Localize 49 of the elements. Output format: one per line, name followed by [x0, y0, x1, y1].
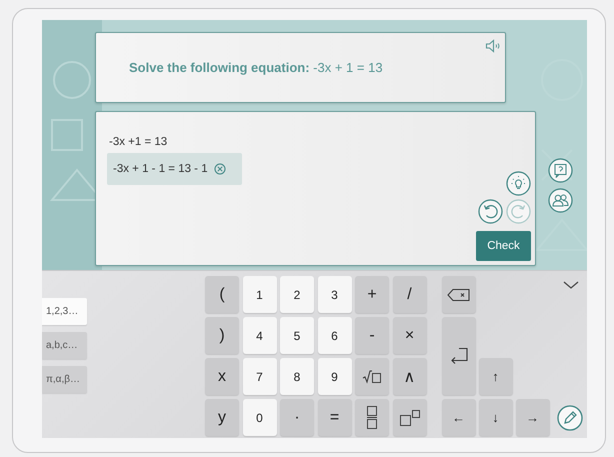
backspace-icon	[447, 288, 470, 302]
speaker-icon[interactable]	[485, 39, 500, 53]
keyboard-tab[interactable]: π,α,β…	[42, 366, 87, 393]
remove-icon[interactable]	[214, 163, 226, 175]
keyboard-key[interactable]: =	[318, 399, 352, 436]
equation-step: -3x +1 = 13	[109, 136, 168, 148]
arrow-key[interactable]: ←	[442, 399, 476, 436]
help-bubble-icon[interactable]	[548, 158, 573, 183]
digit-key[interactable]: 1	[242, 276, 276, 313]
question-text: Solve the following equation: -3x + 1 = 13	[129, 60, 383, 75]
keyboard-key[interactable]: ·	[280, 399, 314, 436]
keyboard-key[interactable]: )	[205, 317, 239, 354]
sqrt-key[interactable]	[355, 358, 389, 395]
keyboard-key[interactable]: (	[205, 276, 239, 313]
exponent-icon	[400, 410, 420, 426]
digit-key[interactable]: 5	[280, 317, 314, 354]
digit-key[interactable]: 6	[318, 317, 352, 354]
enter-icon	[448, 347, 468, 365]
digit-key[interactable]: 2	[280, 276, 314, 313]
keyboard-key[interactable]: ∧	[392, 358, 426, 395]
arrow-key[interactable]: ↓	[478, 399, 512, 436]
fraction-icon	[366, 406, 378, 429]
backspace-key[interactable]	[442, 276, 476, 313]
check-button[interactable]: Check	[476, 231, 531, 261]
collapse-chevron-icon[interactable]	[563, 281, 579, 289]
pencil-icon[interactable]	[557, 405, 583, 431]
keyboard-key[interactable]: y	[205, 399, 239, 436]
keyboard-tab[interactable]: 1,2,3…	[42, 298, 87, 325]
digit-key[interactable]: 9	[318, 358, 352, 395]
square-root-icon	[362, 369, 382, 384]
keyboard-key[interactable]: /	[392, 276, 426, 313]
keyboard-key[interactable]: +	[355, 276, 389, 313]
fraction-key[interactable]	[355, 399, 389, 436]
arrow-key[interactable]: →	[516, 399, 550, 436]
digit-key[interactable]: 8	[280, 358, 314, 395]
keyboard-key[interactable]: ×	[392, 317, 426, 354]
lightbulb-icon[interactable]	[506, 171, 531, 196]
equation-step: -3x + 1 - 1 = 13 - 1	[113, 163, 208, 175]
people-icon[interactable]	[548, 188, 573, 213]
keyboard-key[interactable]: -	[355, 317, 389, 354]
digit-key[interactable]: 7	[242, 358, 276, 395]
arrow-key[interactable]: ↑	[478, 358, 512, 395]
digit-key[interactable]: 4	[242, 317, 276, 354]
power-key[interactable]	[392, 399, 426, 436]
digit-key[interactable]: 0	[242, 399, 276, 436]
digit-key[interactable]: 3	[318, 276, 352, 313]
keyboard-key[interactable]: x	[205, 358, 239, 395]
undo-icon[interactable]	[478, 199, 503, 224]
keyboard-tab[interactable]: a,b,c…	[42, 332, 87, 359]
